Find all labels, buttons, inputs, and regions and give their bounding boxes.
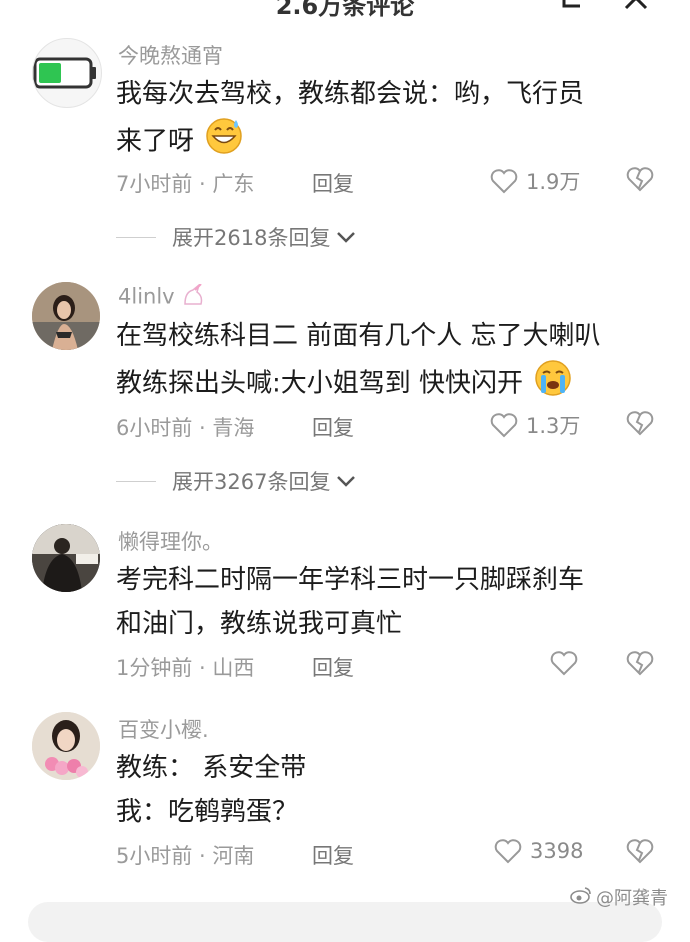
- time-location: 1分钟前 · 山西: [116, 656, 255, 680]
- like-button[interactable]: [550, 650, 578, 676]
- broken-heart-icon[interactable]: [626, 838, 654, 868]
- username[interactable]: 百变小樱.: [118, 714, 209, 744]
- expand-icon[interactable]: [560, 0, 586, 14]
- comment-text: 在驾校练科目二 前面有几个人 忘了大喇叭 教练探出头喊:大小姐驾到 快快闪开: [116, 314, 660, 410]
- comment-line: 我每次去驾校，教练都会说：哟，飞行员: [116, 79, 585, 109]
- crying-emoji-icon: [533, 358, 573, 410]
- heart-icon: [494, 839, 522, 864]
- comment-line-text: 教练探出头喊:大小姐驾到 快快闪开: [116, 368, 524, 399]
- expand-replies-label: 展开2618条回复: [172, 226, 331, 250]
- time-location: 6小时前 · 青海: [116, 416, 255, 440]
- comment-line: 教练探出头喊:大小姐驾到 快快闪开: [116, 358, 660, 410]
- username[interactable]: 4linlv: [118, 282, 207, 311]
- username[interactable]: 今晚熬通宵: [118, 40, 223, 70]
- close-icon[interactable]: [624, 0, 648, 14]
- broken-heart-icon[interactable]: [626, 410, 654, 440]
- comment-line: 在驾校练科目二 前面有几个人 忘了大喇叭: [116, 321, 601, 351]
- heart-icon: [550, 651, 578, 676]
- username[interactable]: 懒得理你。: [118, 526, 223, 556]
- watermark: @阿龚青: [570, 884, 668, 910]
- comment-line-text: 来了呀: [116, 126, 195, 157]
- chevron-down-icon: [337, 232, 356, 243]
- reply-button[interactable]: 回复: [312, 840, 354, 870]
- comment-line: 我：吃鹌鹑蛋？: [116, 797, 299, 827]
- reply-button[interactable]: 回复: [312, 652, 354, 682]
- comment-line: 教练： 系安全带: [116, 753, 307, 783]
- like-button[interactable]: 1.9万: [490, 166, 580, 196]
- expand-replies-button[interactable]: 展开3267条回复: [116, 466, 356, 496]
- piano-avatar-image: [32, 524, 100, 592]
- expand-replies-label: 展开3267条回复: [172, 470, 331, 494]
- unicorn-icon: [181, 282, 207, 311]
- woman-flowers-avatar-image: [32, 712, 100, 780]
- time-location: 7小时前 · 广东: [116, 172, 255, 196]
- time-location: 5小时前 · 河南: [116, 844, 255, 868]
- reply-button[interactable]: 回复: [312, 168, 354, 198]
- battery-avatar-image: [33, 57, 96, 89]
- like-count: 1.3万: [526, 414, 581, 438]
- comment-line: 来了呀: [116, 116, 660, 168]
- heart-icon: [490, 413, 518, 438]
- heart-icon: [490, 169, 518, 194]
- comments-count-title: 2.6万条评论: [275, 0, 415, 20]
- comment-text: 考完科二时隔一年学科三时一只脚踩刹车 和油门，教练说我可真忙: [116, 558, 660, 646]
- like-count: 1.9万: [526, 170, 581, 194]
- broken-heart-icon[interactable]: [626, 166, 654, 196]
- comment-line: 和油门，教练说我可真忙: [116, 609, 403, 639]
- divider-line: [116, 480, 156, 482]
- comment-line: 考完科二时隔一年学科三时一只脚踩刹车: [116, 565, 585, 595]
- broken-heart-icon[interactable]: [626, 650, 654, 680]
- expand-replies-button[interactable]: 展开2618条回复: [116, 222, 356, 252]
- like-button[interactable]: 1.3万: [490, 410, 580, 440]
- woman-avatar-image: [32, 282, 100, 350]
- like-count: 3398: [530, 839, 584, 863]
- chevron-down-icon: [337, 476, 356, 487]
- grinning-sweat-emoji-icon: [204, 116, 244, 168]
- like-button[interactable]: 3398: [494, 838, 583, 864]
- avatar[interactable]: [32, 282, 100, 350]
- comment-text: 教练： 系安全带 我：吃鹌鹑蛋？: [116, 746, 660, 834]
- weibo-icon: [570, 886, 592, 909]
- comments-header: 2.6万条评论: [0, 0, 690, 20]
- avatar[interactable]: [32, 712, 100, 780]
- reply-button[interactable]: 回复: [312, 412, 354, 442]
- avatar[interactable]: [32, 38, 102, 108]
- comment-text: 我每次去驾校，教练都会说：哟，飞行员 来了呀: [116, 72, 660, 168]
- username-text: 4linlv: [118, 284, 175, 309]
- comment-input-bar[interactable]: [28, 902, 662, 942]
- divider-line: [116, 236, 156, 238]
- avatar[interactable]: [32, 524, 100, 592]
- watermark-text: @阿龚青: [596, 888, 668, 909]
